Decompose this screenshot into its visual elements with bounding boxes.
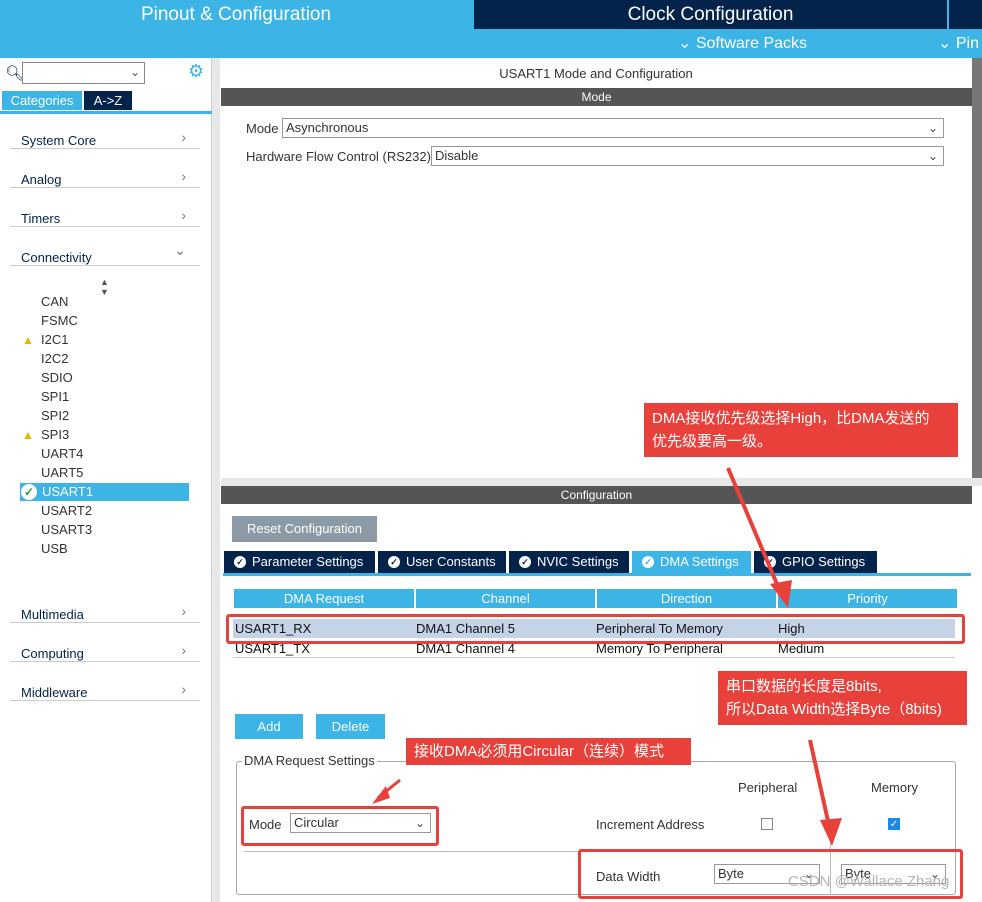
annotation-line: 优先级要高一级。 [652,433,773,450]
watermark: CSDN @Wallace Zhang [788,873,950,890]
annotation-circular: 接收DMA必须用Circular（连续）模式 [406,738,691,765]
annotation-priority: DMA接收优先级选择High，比DMA发送的 优先级要高一级。 [644,403,958,457]
annotation-line: 所以Data Width选择Byte（8bits) [726,701,942,718]
annotation-line: DMA接收优先级选择High，比DMA发送的 [652,410,930,427]
arrowhead [770,580,792,608]
annotation-line: 串口数据的长度是8bits, [726,678,882,695]
arrow-priority [726,467,784,597]
arrowhead [820,818,842,846]
annotation-data-width: 串口数据的长度是8bits, 所以Data Width选择Byte（8bits) [718,671,967,725]
arrow-data-width [808,739,832,831]
